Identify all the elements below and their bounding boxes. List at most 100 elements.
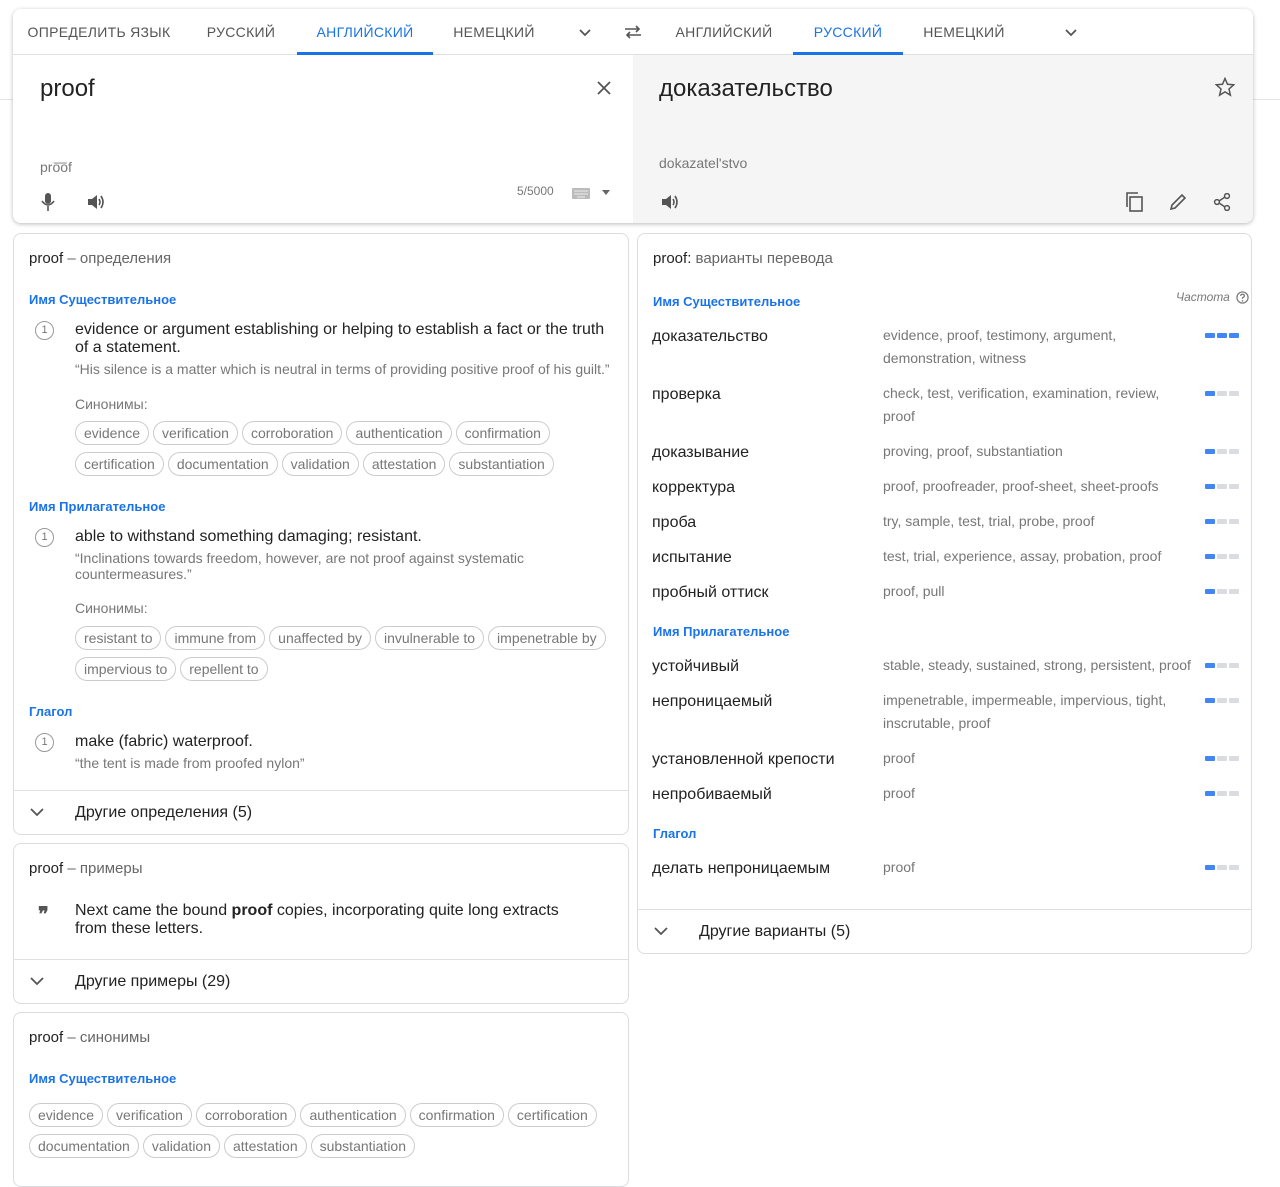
reverse-translations[interactable]: evidence, proof, testimony, argument, de…: [883, 324, 1193, 370]
synonym-chip[interactable]: substantiation: [449, 452, 554, 476]
synonym-chip[interactable]: evidence: [75, 421, 150, 445]
synonyms-title-suffix: – синонимы: [67, 1029, 151, 1046]
synonym-chip[interactable]: unaffected by: [269, 626, 371, 650]
translation-word[interactable]: делать непроницаемым: [652, 860, 830, 878]
translation-word[interactable]: непробиваемый: [652, 786, 772, 804]
edit-pencil-icon[interactable]: [1165, 189, 1191, 215]
translation-word[interactable]: доказательство: [652, 328, 768, 346]
synonym-chips: evidence verification corroboration authent…: [29, 1103, 619, 1158]
synonym-chip[interactable]: verification: [153, 421, 238, 445]
share-icon[interactable]: [1209, 189, 1235, 215]
synonym-chip[interactable]: attestation: [224, 1134, 307, 1158]
star-icon[interactable]: [1213, 75, 1237, 99]
reverse-translations[interactable]: stable, steady, sustained, strong, persi…: [883, 654, 1193, 677]
tab-target-english[interactable]: АНГЛИЙСКИЙ: [665, 9, 783, 55]
translation-word[interactable]: непроницаемый: [652, 693, 772, 711]
translation-word[interactable]: устойчивый: [652, 658, 739, 676]
translation-word[interactable]: проверка: [652, 386, 721, 404]
synonym-chip[interactable]: corroboration: [241, 421, 343, 445]
pos-label: Глагол: [653, 826, 697, 841]
frequency-bar: [1205, 449, 1239, 454]
target-speaker-icon[interactable]: [657, 189, 683, 215]
tab-source-russian[interactable]: РУССКИЙ: [191, 9, 291, 55]
input-tools-dropdown-icon[interactable]: [599, 185, 613, 199]
synonym-chip[interactable]: impervious to: [75, 657, 177, 681]
translation-word[interactable]: испытание: [652, 549, 732, 567]
definition-text: able to withstand something damaging; re…: [75, 528, 422, 545]
translation-word[interactable]: корректура: [652, 479, 735, 497]
frequency-segment: [1229, 663, 1239, 668]
clear-text-close-icon[interactable]: [591, 75, 617, 101]
more-definitions-label: Другие определения (5): [75, 804, 253, 821]
examples-card: proof – примеры ❞ Next came the bound pr…: [13, 843, 629, 1004]
synonym-chip[interactable]: resistant to: [75, 626, 162, 650]
synonym-chip[interactable]: immune from: [165, 626, 266, 650]
chevron-down-icon: [652, 922, 670, 945]
reverse-translations[interactable]: proof: [883, 856, 1193, 879]
synonym-chip[interactable]: corroboration: [195, 1103, 297, 1127]
frequency-segment: [1205, 698, 1215, 703]
source-text-input[interactable]: proof: [40, 75, 95, 103]
more-translations-button[interactable]: Другие варианты (5): [638, 909, 1251, 954]
definition-text: evidence or argument establishing or hel…: [75, 321, 605, 356]
synonym-chip[interactable]: validation: [142, 1134, 220, 1158]
synonym-chip[interactable]: substantiation: [310, 1134, 416, 1158]
translation-word[interactable]: установленной крепости: [652, 751, 835, 769]
swap-languages-icon[interactable]: [617, 20, 649, 44]
tab-target-german[interactable]: НЕМЕЦКИЙ: [909, 9, 1019, 55]
reverse-translations[interactable]: check, test, verification, examination, …: [883, 382, 1193, 428]
translation-word[interactable]: проба: [652, 514, 696, 532]
reverse-translations[interactable]: proving, proof, substantiation: [883, 440, 1193, 463]
synonym-chip[interactable]: validation: [281, 452, 359, 476]
source-speaker-icon[interactable]: [83, 189, 109, 215]
synonym-chip[interactable]: evidence: [29, 1103, 104, 1127]
reverse-translations[interactable]: proof, proofreader, proof-sheet, sheet-p…: [883, 475, 1193, 498]
reverse-translations[interactable]: impenetrable, impermeable, impervious, t…: [883, 689, 1193, 735]
synonym-chip[interactable]: documentation: [167, 452, 278, 476]
synonym-chip[interactable]: confirmation: [455, 421, 550, 445]
reverse-translations[interactable]: try, sample, test, trial, probe, proof: [883, 510, 1193, 533]
translation-word[interactable]: доказывание: [652, 444, 749, 462]
synonym-chip[interactable]: confirmation: [409, 1103, 504, 1127]
synonym-chip[interactable]: authentication: [300, 1103, 406, 1127]
frequency-segment: [1205, 589, 1215, 594]
tab-source-detect[interactable]: ОПРЕДЕЛИТЬ ЯЗЫК: [23, 9, 175, 55]
source-more-languages-chevron-icon[interactable]: [569, 20, 601, 44]
frequency-header: Частота: [1176, 290, 1249, 304]
help-icon[interactable]: [1236, 291, 1249, 304]
synonym-chip[interactable]: authentication: [346, 421, 452, 445]
reverse-translations[interactable]: test, trial, experience, assay, probatio…: [883, 545, 1193, 568]
translation-word[interactable]: пробный оттиск: [652, 584, 768, 602]
target-more-languages-chevron-icon[interactable]: [1055, 20, 1087, 44]
more-definitions-button[interactable]: Другие определения (5): [14, 790, 628, 835]
tab-target-russian[interactable]: РУССКИЙ: [793, 9, 903, 55]
more-examples-button[interactable]: Другие примеры (29): [14, 959, 628, 1004]
pos-verb-label: Глагол: [29, 704, 73, 719]
synonym-chip[interactable]: documentation: [29, 1134, 139, 1158]
frequency-bar: [1205, 698, 1239, 703]
copy-icon[interactable]: [1121, 189, 1147, 215]
reverse-translations[interactable]: proof, pull: [883, 580, 1193, 603]
keyboard-icon[interactable]: [571, 186, 591, 200]
reverse-translations[interactable]: proof: [883, 782, 1193, 805]
frequency-segment: [1229, 391, 1239, 396]
frequency-bar: [1205, 519, 1239, 524]
synonym-chip[interactable]: certification: [75, 452, 164, 476]
synonym-chip[interactable]: verification: [107, 1103, 192, 1127]
reverse-translations[interactable]: proof: [883, 747, 1193, 770]
tab-source-english[interactable]: АНГЛИЙСКИЙ: [297, 9, 433, 55]
synonyms-card: proof – синонимы Имя Существительное evi…: [13, 1012, 629, 1187]
synonym-chip[interactable]: certification: [507, 1103, 597, 1127]
source-pane: proof pro͞of 5/5000: [13, 55, 633, 223]
synonym-chip[interactable]: impenetrable by: [488, 626, 606, 650]
frequency-segment: [1205, 554, 1215, 559]
microphone-icon[interactable]: [35, 189, 61, 215]
example-sentence: Next came the bound proof copies, incorp…: [75, 902, 595, 938]
synonym-chip[interactable]: attestation: [362, 452, 446, 476]
chevron-down-icon: [28, 972, 46, 995]
synonym-chip[interactable]: repellent to: [180, 657, 268, 681]
tab-source-german[interactable]: НЕМЕЦКИЙ: [439, 9, 549, 55]
more-examples-label: Другие примеры (29): [75, 973, 231, 990]
synonym-chip[interactable]: invulnerable to: [374, 626, 485, 650]
translations-title: proof: варианты перевода: [653, 250, 833, 267]
